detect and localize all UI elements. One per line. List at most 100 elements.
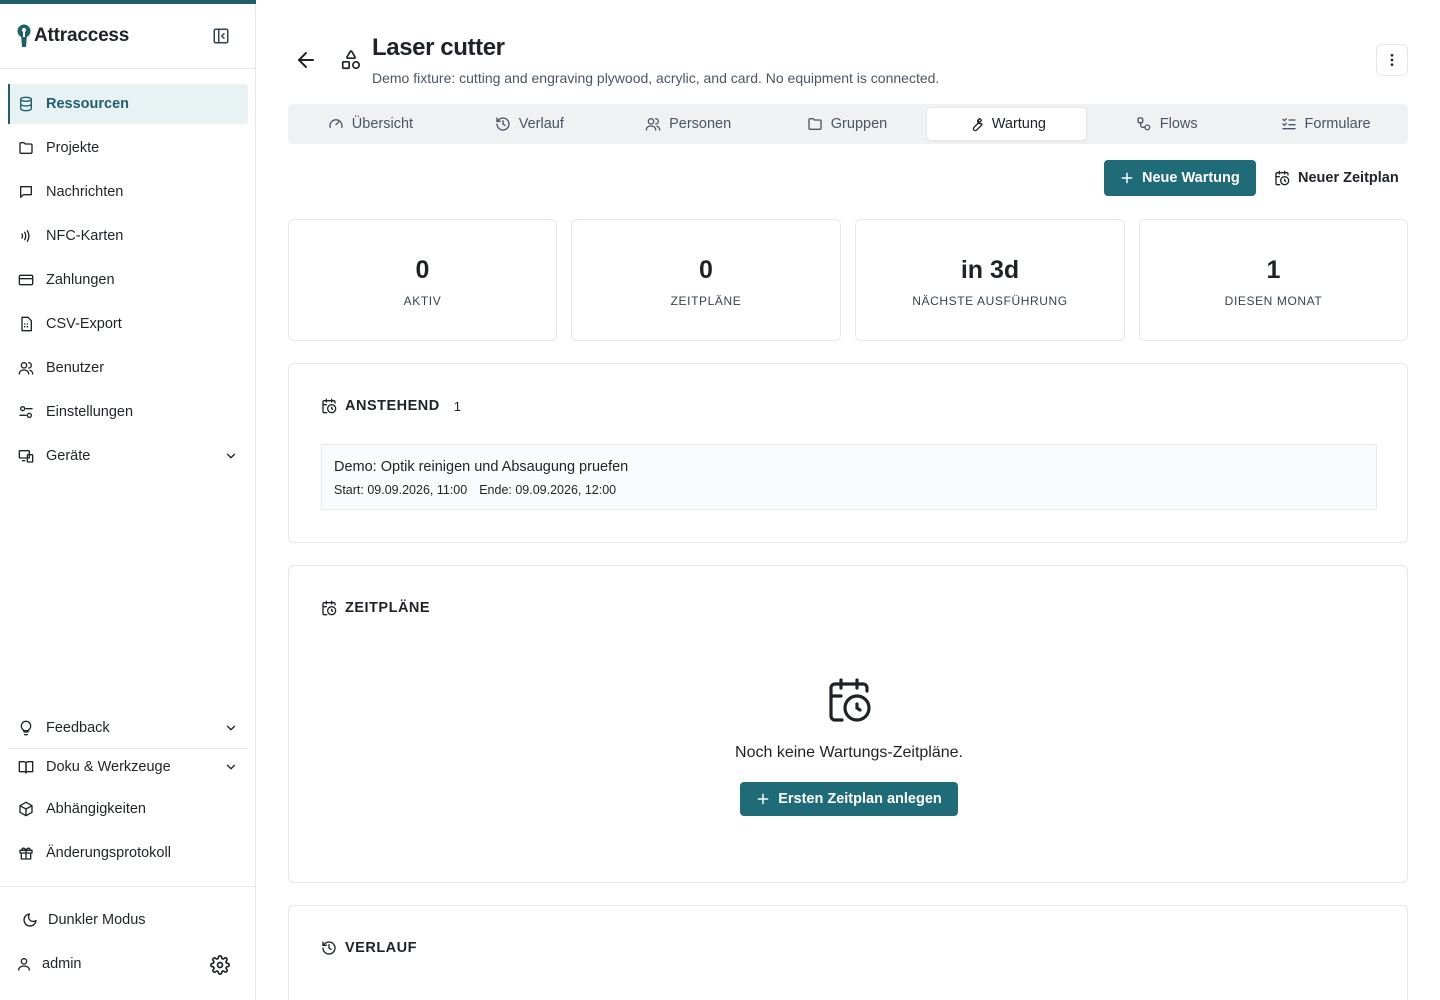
sidebar-item-einstellungen[interactable]: Einstellungen <box>8 392 248 432</box>
sidebar-item-abhaengigkeiten[interactable]: Abhängigkeiten <box>8 789 248 829</box>
stat-label: ZEITPLÄNE <box>670 294 742 308</box>
message-icon <box>20 186 32 198</box>
tab-label: Verlauf <box>518 116 564 132</box>
sidebar-item-label: Doku & Werkzeuge <box>46 759 171 775</box>
tab-gruppen[interactable]: Gruppen <box>768 107 927 141</box>
sidebar-divider <box>0 68 256 69</box>
calendar-clock-icon <box>322 600 337 616</box>
schedules-title: ZEITPLÄNE <box>345 600 431 616</box>
upcoming-card: ANSTEHEND 1 Demo: Optik reinigen und Abs… <box>288 363 1408 543</box>
keyhole-logo-icon <box>17 24 31 47</box>
chevron-down-icon <box>226 453 236 459</box>
tab-label: Übersicht <box>351 116 414 132</box>
tab-label: Personen <box>669 116 732 132</box>
stat-value: 0 <box>415 256 430 284</box>
sidebar-item-zahlungen[interactable]: Zahlungen <box>8 260 248 300</box>
sidebar-item-csv-export[interactable]: CSV-Export <box>8 304 248 344</box>
stat-value: 1 <box>1266 256 1281 284</box>
collapse-sidebar-button[interactable] <box>208 24 234 48</box>
empty-state-text: Noch keine Wartungs-Zeitpläne. <box>735 744 963 761</box>
calendar-clock-icon <box>322 398 337 414</box>
sidebar-item-ressourcen[interactable]: Ressourcen <box>8 84 248 124</box>
package-icon <box>19 801 33 817</box>
tab-verlauf[interactable]: Verlauf <box>450 107 609 141</box>
folder-icon <box>19 142 33 154</box>
event-end: Ende: 09.09.2026, 12:00 <box>479 483 617 497</box>
tab-label: Gruppen <box>830 116 888 132</box>
wrench-icon <box>972 118 983 132</box>
more-vertical-icon <box>1390 54 1394 66</box>
sidebar-item-nfc-karten[interactable]: NFC-Karten <box>8 216 248 256</box>
new-maintenance-button[interactable]: Neue Wartung <box>1104 160 1256 196</box>
sidebar-item-geraete[interactable]: Geräte <box>8 436 248 476</box>
brand-logo[interactable]: Attraccess <box>16 22 129 50</box>
sliders-icon <box>19 406 33 418</box>
tab-formulare[interactable]: Formulare <box>1246 107 1405 141</box>
tab-label: Flows <box>1159 116 1198 132</box>
credit-card-icon <box>18 274 34 286</box>
plus-icon <box>1121 172 1133 184</box>
tab-uebersicht[interactable]: Übersicht <box>291 107 450 141</box>
create-first-schedule-button[interactable]: Ersten Zeitplan anlegen <box>740 782 958 816</box>
sidebar-item-aenderungsprotokoll[interactable]: Änderungsprotokoll <box>8 833 248 873</box>
sidebar-item-label: Benutzer <box>46 360 105 376</box>
stat-card-this-month: 1 DIESEN MONAT <box>1139 219 1408 341</box>
user-settings-button[interactable] <box>210 955 232 977</box>
schedules-header: ZEITPLÄNE <box>321 600 430 616</box>
resource-tabs: Übersicht Verlauf Personen Gruppen Wartu… <box>288 104 1408 144</box>
history-icon <box>496 117 510 131</box>
sidebar-item-label: Projekte <box>46 140 100 156</box>
stat-label: AKTIV <box>403 294 442 308</box>
schedules-card: ZEITPLÄNE Noch keine Wartungs-Zeitpläne.… <box>288 565 1408 883</box>
sidebar-bottom-nav: Feedback Doku & Werkzeuge Abhängigkeiten… <box>8 708 248 873</box>
stat-card-next-run: in 3d NÄCHSTE AUSFÜHRUNG <box>855 219 1125 341</box>
stat-card-schedules: 0 ZEITPLÄNE <box>571 219 841 341</box>
new-schedule-label: Neuer Zeitplan <box>1298 170 1399 186</box>
sidebar-item-label: Geräte <box>46 448 91 464</box>
new-schedule-button[interactable]: Neuer Zeitplan <box>1260 160 1413 196</box>
sidebar-item-doku-werkzeuge[interactable]: Doku & Werkzeuge <box>8 749 248 785</box>
sidebar-item-label: CSV-Export <box>46 316 122 332</box>
event-start: Start: 09.09.2026, 11:00 <box>334 483 468 497</box>
sidebar-item-feedback[interactable]: Feedback <box>8 708 248 748</box>
history-header: VERLAUF <box>321 940 417 956</box>
sidebar-item-nachrichten[interactable]: Nachrichten <box>8 172 248 212</box>
tab-wartung[interactable]: Wartung <box>926 107 1088 141</box>
sidebar-item-label: Nachrichten <box>46 184 124 200</box>
back-button[interactable] <box>294 48 318 72</box>
stat-card-active: 0 AKTIV <box>288 219 557 341</box>
sidebar-item-label: NFC-Karten <box>46 228 124 244</box>
sidebar-item-label: Änderungsprotokoll <box>46 845 171 861</box>
sidebar-item-projekte[interactable]: Projekte <box>8 128 248 168</box>
chevron-down-icon <box>226 725 236 731</box>
dark-mode-toggle[interactable]: Dunkler Modus <box>22 912 146 928</box>
user-icon <box>18 958 30 971</box>
tab-personen[interactable]: Personen <box>609 107 768 141</box>
stat-value: 0 <box>699 256 713 284</box>
sidebar-item-label: Zahlungen <box>46 272 115 288</box>
user-name: admin <box>42 956 82 972</box>
gift-icon <box>19 847 33 860</box>
tab-flows[interactable]: Flows <box>1087 107 1246 141</box>
sidebar-item-label: Ressourcen <box>46 96 130 112</box>
more-options-button[interactable] <box>1376 44 1408 76</box>
upcoming-header: ANSTEHEND 1 <box>321 398 461 414</box>
app-name: Attraccess <box>34 25 130 46</box>
sidebar-item-benutzer[interactable]: Benutzer <box>8 348 248 388</box>
users-icon <box>18 362 34 375</box>
stat-label: NÄCHSTE AUSFÜHRUNG <box>912 294 1068 308</box>
tab-label: Formulare <box>1304 116 1371 132</box>
sidebar-nav: Ressourcen Projekte Nachrichten NFC-Kart… <box>8 84 248 480</box>
database-icon <box>20 96 32 112</box>
user-menu[interactable]: admin <box>16 956 82 972</box>
gauge-icon <box>329 119 343 128</box>
calendar-clock-icon <box>1275 170 1290 186</box>
history-title: VERLAUF <box>345 940 417 956</box>
upcoming-title: ANSTEHEND <box>345 398 440 414</box>
sidebar-accent-bar <box>0 0 256 4</box>
chevron-down-icon <box>226 764 236 770</box>
create-first-schedule-label: Ersten Zeitplan anlegen <box>778 791 942 807</box>
list-item[interactable]: Demo: Optik reinigen und Absaugung pruef… <box>321 444 1377 510</box>
dark-mode-label: Dunkler Modus <box>48 912 146 928</box>
sidebar: Attraccess Ressourcen Projekte Nachricht… <box>0 0 256 1000</box>
